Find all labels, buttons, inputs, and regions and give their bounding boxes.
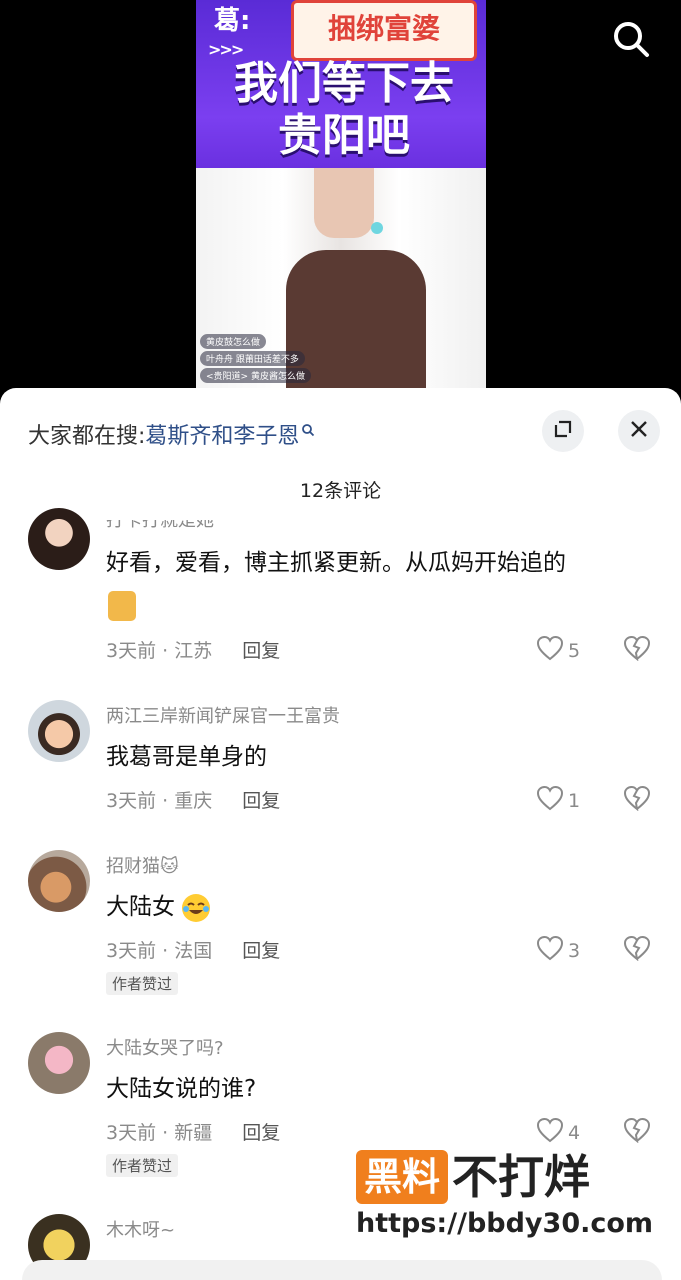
commenter-name[interactable]: 招财猫🐱 xyxy=(106,852,179,878)
crying-laughing-emoji-icon xyxy=(182,893,211,922)
time-location: 3天前 · 重庆 xyxy=(106,790,213,812)
comment-meta: 3天前 · 新疆 回复 xyxy=(106,1118,280,1145)
live-comment: <贵阳道> 黄皮酱怎么做 xyxy=(200,368,311,383)
dislike-button[interactable] xyxy=(622,1117,652,1147)
like-button[interactable]: 1 xyxy=(536,785,580,816)
video-banner: 葛: 捆绑富婆 >>> 我们等下去 贵阳吧 xyxy=(196,0,486,168)
comment-text: 大陆女 xyxy=(106,890,211,924)
necklace-pendant xyxy=(371,222,383,234)
commenter-name[interactable]: 两江三岸新闻铲屎官一王富贵 xyxy=(106,702,340,728)
avatar[interactable] xyxy=(28,1032,90,1094)
search-mini-icon xyxy=(301,418,315,437)
comment-meta: 3天前 · 法国 回复 xyxy=(106,936,280,963)
banner-arrows: >>> xyxy=(208,40,244,59)
dislike-button[interactable] xyxy=(622,935,652,965)
like-button[interactable]: 5 xyxy=(536,635,580,666)
broken-heart-icon xyxy=(622,635,652,665)
expand-icon xyxy=(553,419,573,443)
search-link[interactable]: 葛斯齐和李子恩 xyxy=(145,424,299,449)
like-count: 4 xyxy=(568,1121,581,1144)
live-comment: 黄皮鼓怎么做 xyxy=(200,334,267,349)
watermark: 黑料 不打烊 https://bbdy30.com xyxy=(356,1150,653,1239)
broken-heart-icon xyxy=(622,1117,652,1147)
avatar[interactable] xyxy=(28,508,90,570)
comment-text-content: 大陆女 xyxy=(106,894,175,920)
comment-text: 我葛哥是单身的 xyxy=(106,744,267,770)
watermark-url: https://bbdy30.com xyxy=(356,1208,654,1239)
heart-icon xyxy=(536,635,564,666)
like-button[interactable]: 3 xyxy=(536,935,580,966)
commenter-name[interactable]: 大陆女哭了吗? xyxy=(106,1034,224,1060)
comment-text: 好看，爱看，博主抓紧更新。从瓜妈开始追的 xyxy=(106,550,566,576)
broken-heart-icon xyxy=(622,935,652,965)
close-button[interactable] xyxy=(618,410,660,452)
banner-top-label: 捆绑富婆 xyxy=(291,0,477,61)
close-icon xyxy=(629,419,649,443)
comment-text: 大陆女说的谁? xyxy=(106,1076,257,1102)
banner-main-text: 我们等下去 贵阳吧 xyxy=(214,58,474,162)
reply-button[interactable]: 回复 xyxy=(242,790,280,812)
comment-meta: 3天前 · 江苏 回复 xyxy=(106,636,280,663)
avatar[interactable] xyxy=(28,850,90,912)
live-comment: 叶舟舟 跟莆田话差不多 xyxy=(200,351,305,366)
like-count: 5 xyxy=(568,639,581,662)
banner-speaker: 葛: xyxy=(214,6,251,36)
commenter-name[interactable]: 木木呀~ xyxy=(106,1216,175,1242)
heart-icon xyxy=(536,935,564,966)
like-count: 1 xyxy=(568,789,581,812)
broken-heart-icon xyxy=(622,785,652,815)
time-location: 3天前 · 新疆 xyxy=(106,1122,213,1144)
avatar[interactable] xyxy=(28,700,90,762)
like-button[interactable]: 4 xyxy=(536,1117,580,1148)
author-liked-badge: 作者赞过 xyxy=(106,972,179,995)
heart-icon xyxy=(536,785,564,816)
expand-button[interactable] xyxy=(542,410,584,452)
sticker-image xyxy=(108,591,136,621)
video-player[interactable]: 葛: 捆绑富婆 >>> 我们等下去 贵阳吧 黄皮鼓怎么做 叶舟舟 跟莆田话差不多… xyxy=(0,0,681,400)
like-count: 3 xyxy=(568,939,581,962)
dislike-button[interactable] xyxy=(622,785,652,815)
video-neck xyxy=(314,168,374,238)
search-icon[interactable] xyxy=(610,18,652,60)
video-frame: 葛: 捆绑富婆 >>> 我们等下去 贵阳吧 黄皮鼓怎么做 叶舟舟 跟莆田话差不多… xyxy=(196,0,486,395)
comment-input[interactable] xyxy=(22,1260,662,1280)
commenter-name[interactable]: 打卡打就是她 xyxy=(106,520,214,532)
reply-button[interactable]: 回复 xyxy=(242,1122,280,1144)
comment-count: 12条评论 xyxy=(299,480,382,502)
watermark-logo-left: 黑料 xyxy=(356,1150,449,1204)
reply-button[interactable]: 回复 xyxy=(242,640,280,662)
time-location: 3天前 · 江苏 xyxy=(106,640,213,662)
watermark-logo-right: 不打烊 xyxy=(452,1150,591,1204)
dislike-button[interactable] xyxy=(622,635,652,665)
search-prefix: 大家都在搜: xyxy=(28,424,146,449)
comment-meta: 3天前 · 重庆 回复 xyxy=(106,786,280,813)
banner-line-2: 贵阳吧 xyxy=(278,110,410,161)
comments-sheet: 大家都在搜:葛斯齐和李子恩 12条评论 打卡打就是她 好看，爱看，博主抓紧更新。… xyxy=(0,388,681,1280)
author-liked-badge: 作者赞过 xyxy=(106,1154,179,1177)
time-location: 3天前 · 法国 xyxy=(106,940,213,962)
reply-button[interactable]: 回复 xyxy=(242,940,280,962)
banner-line-1: 我们等下去 xyxy=(234,58,454,109)
live-comments: 黄皮鼓怎么做 叶舟舟 跟莆田话差不多 <贵阳道> 黄皮酱怎么做 xyxy=(200,334,311,385)
trending-search[interactable]: 大家都在搜:葛斯齐和李子恩 xyxy=(28,418,315,450)
heart-icon xyxy=(536,1117,564,1148)
